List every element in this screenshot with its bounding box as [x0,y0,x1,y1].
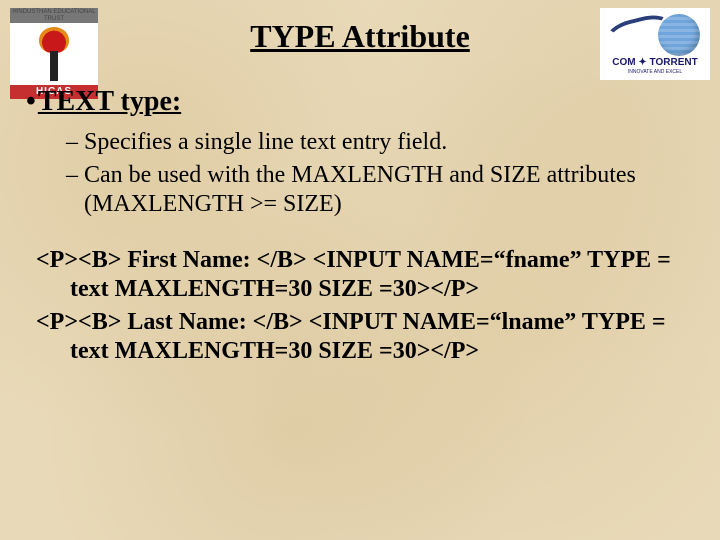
slide-body: TEXT type: Specifies a single line text … [26,86,694,370]
logo-right-tagline: INNOVATE AND EXCEL [600,68,710,76]
heading-text-type: TEXT type: [26,86,694,118]
bullet-2: Can be used with the MAXLENGTH and SIZE … [66,161,694,219]
code-line-2: <P><B> Last Name: </B> <INPUT NAME=“lnam… [36,308,694,366]
slide-title: TYPE Attribute [0,18,720,55]
logo-right-brand: COM ✦ TORRENT [600,58,710,68]
code-example: <P><B> First Name: </B> <INPUT NAME=“fna… [36,246,694,365]
bullet-1: Specifies a single line text entry field… [66,128,694,157]
code-line-1: <P><B> First Name: </B> <INPUT NAME=“fna… [36,246,694,304]
